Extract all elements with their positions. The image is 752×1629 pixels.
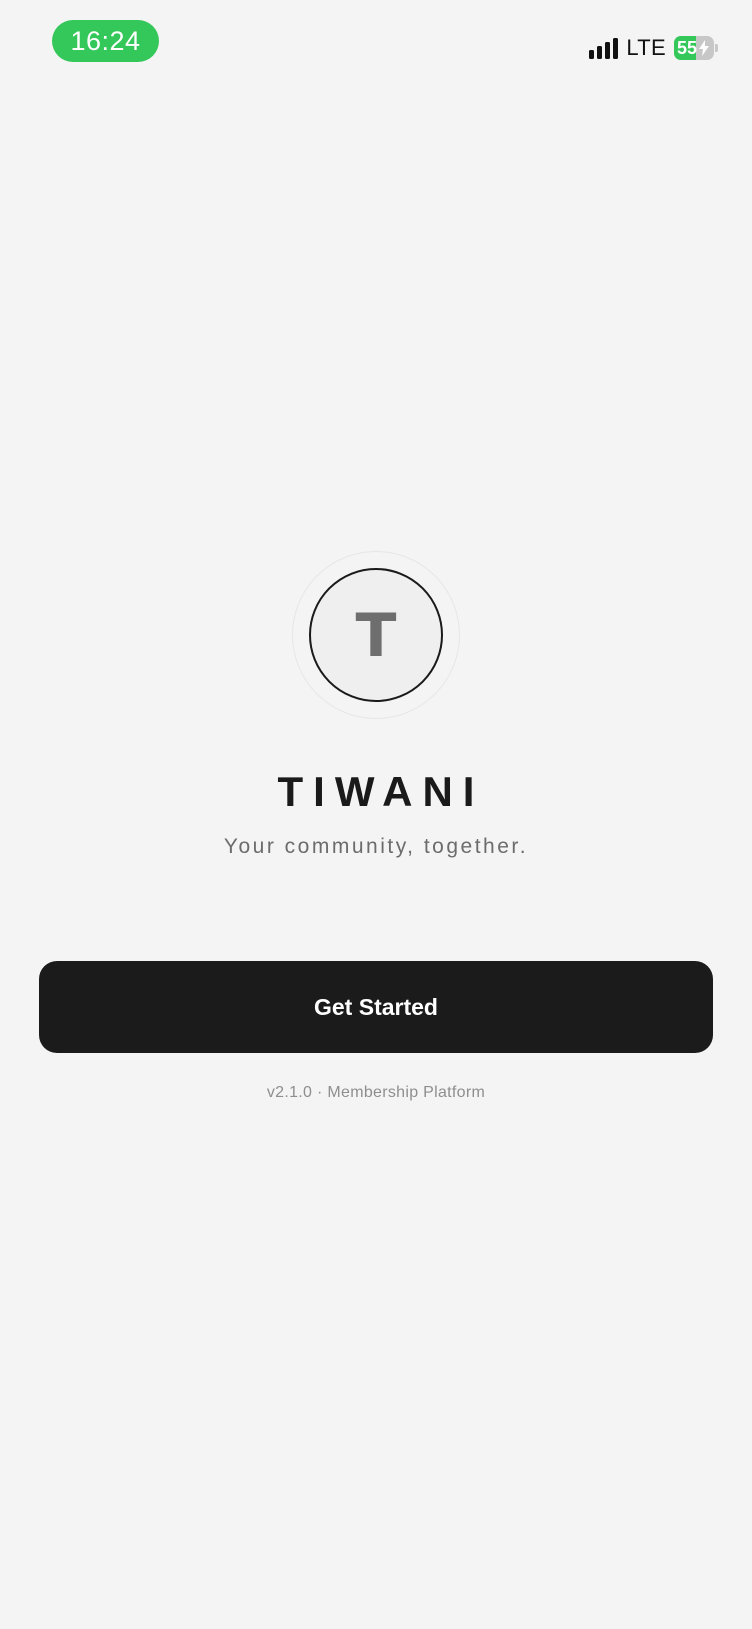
version-info: v2.1.0 · Membership Platform [266, 1084, 486, 1101]
bolt-icon [699, 40, 709, 56]
logo-letter: T [355, 601, 397, 671]
app-tagline: Your community, together. [223, 835, 529, 858]
network-type: LTE [626, 35, 666, 60]
app-title: TIWANI [277, 768, 485, 815]
status-indicators: LTE 55 [589, 34, 718, 62]
battery-charging-icon: 55 [674, 36, 718, 60]
signal-bars-icon [589, 37, 619, 59]
status-time: 16:24 [52, 20, 159, 62]
get-started-button[interactable]: Get Started [39, 961, 713, 1053]
app-logo: T [309, 568, 443, 702]
